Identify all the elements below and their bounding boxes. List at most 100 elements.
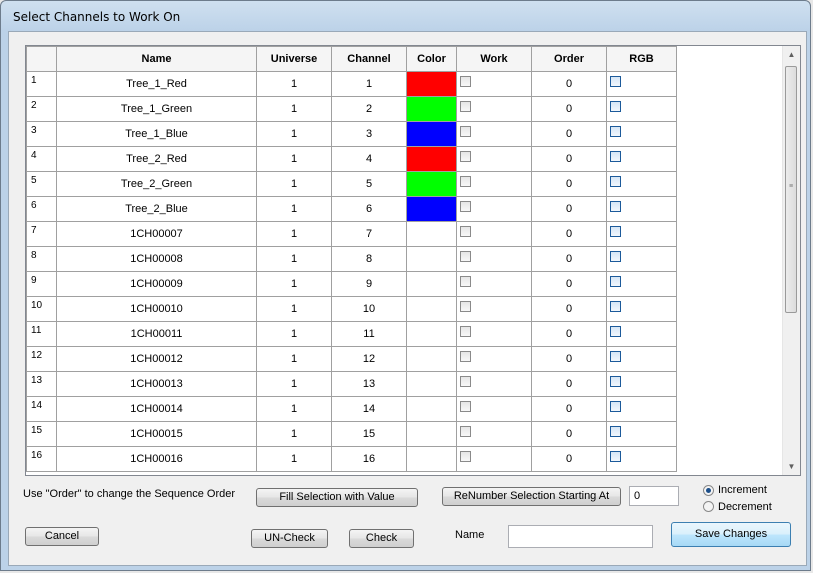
table-row[interactable]: 12 1CH00012 1 12 0 [26,346,677,372]
cell-color[interactable] [406,246,457,272]
table-row[interactable]: 9 1CH00009 1 9 0 [26,271,677,297]
work-checkbox[interactable] [460,451,471,462]
cell-order[interactable]: 0 [531,346,607,372]
table-row[interactable]: 6 Tree_2_Blue 1 6 0 [26,196,677,222]
rgb-checkbox[interactable] [610,251,621,262]
corner-header[interactable] [26,46,57,72]
cell-order[interactable]: 0 [531,371,607,397]
cell-order[interactable]: 0 [531,321,607,347]
rgb-checkbox[interactable] [610,351,621,362]
cell-color[interactable] [406,221,457,247]
cell-color[interactable] [406,446,457,472]
cell-name[interactable]: 1CH00013 [56,371,257,397]
cell-name[interactable]: 1CH00010 [56,296,257,322]
row-number[interactable]: 15 [26,421,57,447]
cell-order[interactable]: 0 [531,246,607,272]
cell-order[interactable]: 0 [531,421,607,447]
cell-universe[interactable]: 1 [256,346,332,372]
work-checkbox[interactable] [460,301,471,312]
rgb-checkbox[interactable] [610,201,621,212]
name-input[interactable] [508,525,653,548]
cell-channel[interactable]: 9 [331,271,407,297]
cell-name[interactable]: 1CH00015 [56,421,257,447]
row-number[interactable]: 7 [26,221,57,247]
work-checkbox[interactable] [460,76,471,87]
cell-universe[interactable]: 1 [256,446,332,472]
work-checkbox[interactable] [460,426,471,437]
table-row[interactable]: 5 Tree_2_Green 1 5 0 [26,171,677,197]
cell-color[interactable] [406,121,457,147]
cell-channel[interactable]: 10 [331,296,407,322]
rgb-checkbox[interactable] [610,151,621,162]
cell-order[interactable]: 0 [531,171,607,197]
cell-color[interactable] [406,371,457,397]
cell-channel[interactable]: 6 [331,196,407,222]
rgb-checkbox[interactable] [610,126,621,137]
cell-name[interactable]: 1CH00012 [56,346,257,372]
cell-order[interactable]: 0 [531,121,607,147]
cell-name[interactable]: Tree_2_Red [56,146,257,172]
cell-universe[interactable]: 1 [256,396,332,422]
work-checkbox[interactable] [460,326,471,337]
rgb-checkbox[interactable] [610,326,621,337]
renumber-selection-button[interactable]: ReNumber Selection Starting At [442,487,621,506]
cell-name[interactable]: 1CH00011 [56,321,257,347]
save-changes-button[interactable]: Save Changes [671,522,791,547]
row-number[interactable]: 13 [26,371,57,397]
cell-name[interactable]: Tree_2_Green [56,171,257,197]
vertical-scrollbar[interactable]: ▲ ≡ ▼ [782,46,800,475]
cell-name[interactable]: 1CH00009 [56,271,257,297]
row-number[interactable]: 9 [26,271,57,297]
rgb-checkbox[interactable] [610,376,621,387]
cell-universe[interactable]: 1 [256,71,332,97]
cell-universe[interactable]: 1 [256,171,332,197]
cell-channel[interactable]: 3 [331,121,407,147]
cell-order[interactable]: 0 [531,271,607,297]
cell-order[interactable]: 0 [531,71,607,97]
rgb-checkbox[interactable] [610,276,621,287]
row-number[interactable]: 3 [26,121,57,147]
cell-order[interactable]: 0 [531,146,607,172]
work-checkbox[interactable] [460,276,471,287]
cancel-button[interactable]: Cancel [25,527,99,546]
column-header-universe[interactable]: Universe [256,46,332,72]
scroll-down-icon[interactable]: ▼ [783,458,800,475]
cell-color[interactable] [406,71,457,97]
column-header-channel[interactable]: Channel [331,46,407,72]
increment-radio[interactable] [703,485,714,496]
cell-universe[interactable]: 1 [256,121,332,147]
cell-universe[interactable]: 1 [256,321,332,347]
cell-color[interactable] [406,321,457,347]
cell-channel[interactable]: 7 [331,221,407,247]
cell-channel[interactable]: 8 [331,246,407,272]
scroll-up-icon[interactable]: ▲ [783,46,800,63]
table-row[interactable]: 8 1CH00008 1 8 0 [26,246,677,272]
cell-channel[interactable]: 16 [331,446,407,472]
cell-channel[interactable]: 12 [331,346,407,372]
table-row[interactable]: 3 Tree_1_Blue 1 3 0 [26,121,677,147]
table-row[interactable]: 13 1CH00013 1 13 0 [26,371,677,397]
row-number[interactable]: 14 [26,396,57,422]
column-header-order[interactable]: Order [531,46,607,72]
cell-order[interactable]: 0 [531,221,607,247]
work-checkbox[interactable] [460,351,471,362]
table-row[interactable]: 1 Tree_1_Red 1 1 0 [26,71,677,97]
cell-channel[interactable]: 14 [331,396,407,422]
cell-color[interactable] [406,171,457,197]
cell-color[interactable] [406,396,457,422]
table-row[interactable]: 10 1CH00010 1 10 0 [26,296,677,322]
table-row[interactable]: 4 Tree_2_Red 1 4 0 [26,146,677,172]
cell-channel[interactable]: 4 [331,146,407,172]
work-checkbox[interactable] [460,126,471,137]
rgb-checkbox[interactable] [610,301,621,312]
rgb-checkbox[interactable] [610,451,621,462]
cell-universe[interactable]: 1 [256,96,332,122]
cell-color[interactable] [406,146,457,172]
start-value-input[interactable] [629,486,679,506]
decrement-radio[interactable] [703,501,714,512]
uncheck-button[interactable]: UN-Check [251,529,328,548]
cell-universe[interactable]: 1 [256,196,332,222]
cell-color[interactable] [406,296,457,322]
row-number[interactable]: 11 [26,321,57,347]
rgb-checkbox[interactable] [610,76,621,87]
